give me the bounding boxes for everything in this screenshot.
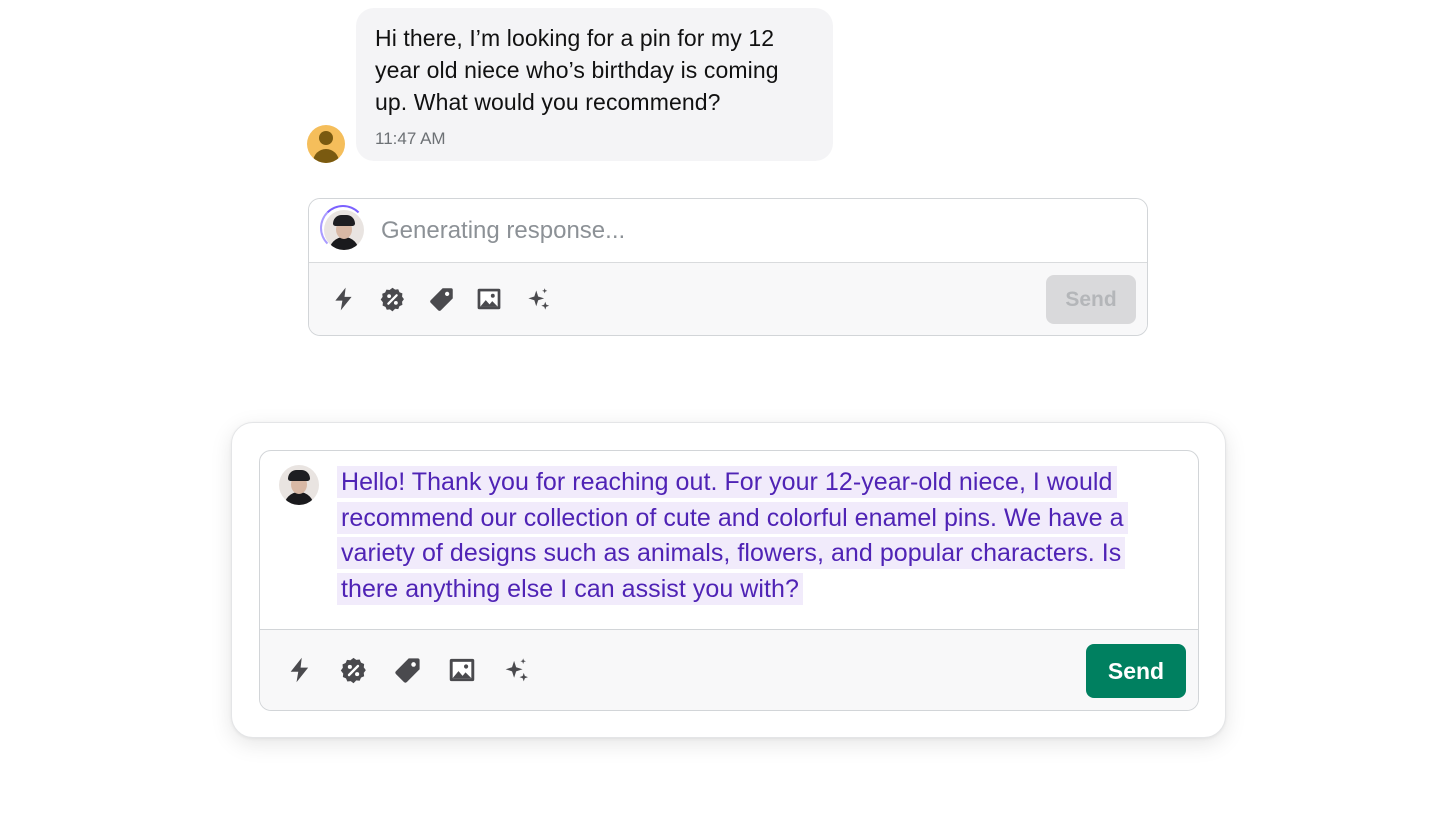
discount-icon[interactable] bbox=[339, 656, 368, 685]
message-timestamp: 11:47 AM bbox=[375, 129, 446, 148]
lightning-icon[interactable] bbox=[286, 656, 314, 684]
send-button[interactable]: Send bbox=[1086, 644, 1186, 698]
ai-response-text[interactable]: Hello! Thank you for reaching out. For y… bbox=[337, 465, 1172, 607]
agent-avatar bbox=[324, 210, 364, 250]
discount-icon[interactable] bbox=[379, 286, 406, 313]
message-bubble: Hi there, I’m looking for a pin for my 1… bbox=[356, 8, 833, 161]
composer-input-area[interactable]: Generating response... bbox=[309, 199, 1147, 263]
composer-response: Hello! Thank you for reaching out. For y… bbox=[259, 450, 1199, 711]
customer-avatar bbox=[307, 125, 345, 163]
generating-placeholder: Generating response... bbox=[381, 217, 626, 244]
composer-toolbar: Send bbox=[309, 263, 1147, 335]
sparkles-icon[interactable] bbox=[525, 286, 552, 313]
tag-icon[interactable] bbox=[428, 286, 455, 313]
image-icon[interactable] bbox=[476, 286, 502, 312]
lightning-icon[interactable] bbox=[331, 286, 357, 312]
response-card: Hello! Thank you for reaching out. For y… bbox=[231, 422, 1226, 738]
ai-response-highlight: Hello! Thank you for reaching out. For y… bbox=[337, 466, 1128, 605]
composer-generating: Generating response... Send bbox=[308, 198, 1148, 336]
composer-input-area[interactable]: Hello! Thank you for reaching out. For y… bbox=[260, 451, 1198, 630]
tag-icon[interactable] bbox=[393, 656, 422, 685]
message-text: Hi there, I’m looking for a pin for my 1… bbox=[375, 25, 779, 115]
send-button-disabled[interactable]: Send bbox=[1046, 275, 1136, 324]
composer-toolbar: Send bbox=[260, 630, 1198, 710]
image-icon[interactable] bbox=[448, 656, 476, 684]
sparkles-icon[interactable] bbox=[502, 656, 531, 685]
agent-avatar bbox=[279, 465, 319, 505]
